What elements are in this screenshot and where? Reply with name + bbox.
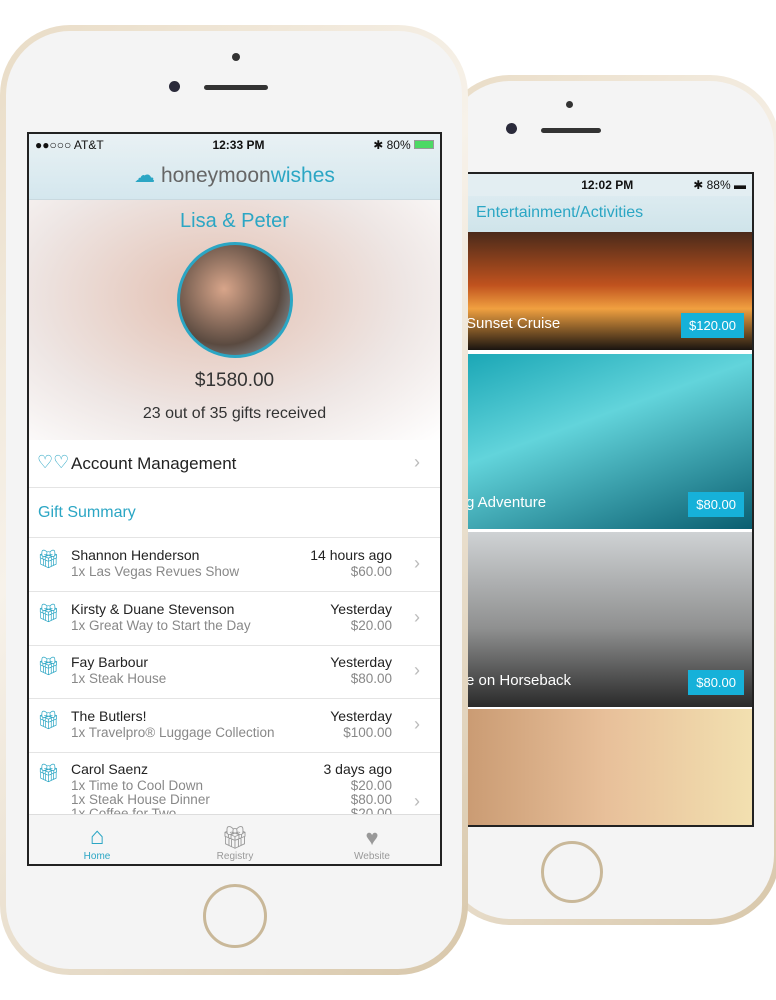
total-amount: $1580.00 — [194, 370, 275, 391]
gift-list: 🎁︎ Shannon Henderson 14 hours ago 1x Las… — [29, 539, 440, 819]
card-title: Sunset Cruise — [466, 315, 561, 332]
sensor — [232, 53, 240, 61]
giver-name: Shannon Henderson — [71, 547, 200, 563]
hearts-icon: ♡♡ — [37, 452, 70, 472]
tab-bar: ⌂ Home 🎁︎ Registry ♥ Website — [29, 814, 440, 864]
tab-website[interactable]: ♥ Website — [322, 825, 422, 862]
giver-name: Carol Saenz — [71, 761, 149, 777]
status-time: 12:33 PM — [212, 138, 265, 152]
gift-icon: 🎁︎ — [37, 763, 60, 783]
chevron-right-icon: › — [414, 791, 420, 811]
card-title: g Adventure — [466, 494, 547, 511]
card-price[interactable]: $120.00 — [681, 313, 744, 338]
gift-item: 1x Las Vegas Revues Show — [71, 564, 240, 579]
battery-status: ✱ 88% ▬ — [693, 178, 746, 192]
gift-item: 1x Steak House Dinner — [71, 792, 210, 807]
gift-time: 14 hours ago — [310, 547, 392, 563]
front-camera — [506, 123, 517, 134]
chevron-right-icon: › — [414, 606, 420, 627]
gift-item: 1x Great Way to Start the Day — [71, 617, 251, 633]
gift-icon: 🎁︎ — [37, 602, 60, 623]
section-title: Entertainment/Activities — [462, 196, 752, 232]
gift-row[interactable]: 🎁︎ Shannon Henderson 14 hours ago 1x Las… — [29, 539, 440, 592]
gift-price: $60.00 — [350, 564, 392, 579]
home-button[interactable] — [541, 841, 603, 903]
tab-home[interactable]: ⌂ Home — [47, 823, 147, 862]
gift-icon: 🎁︎ — [37, 656, 60, 676]
activity-card[interactable]: Sunset Cruise $120.00 — [462, 232, 752, 350]
account-management[interactable]: ♡♡ Account Management › — [29, 440, 440, 488]
battery-status: ✱ 80% — [373, 138, 434, 152]
front-camera — [169, 81, 180, 92]
carrier-signal: ●●○○○ AT&T — [35, 138, 104, 152]
gift-summary-heading: Gift Summary — [29, 488, 440, 538]
gift-item: 1x Steak House — [71, 671, 167, 686]
sensor — [566, 101, 573, 108]
home-button[interactable] — [203, 884, 267, 948]
tab-registry[interactable]: 🎁︎ Registry — [185, 825, 285, 862]
card-price[interactable]: $80.00 — [688, 492, 744, 517]
giver-name: Kirsty & Duane Stevenson — [71, 600, 235, 617]
gift-price: $20.00 — [350, 778, 392, 793]
gift-price: $80.00 — [350, 671, 392, 686]
gift-time: Yesterday — [330, 707, 392, 724]
chevron-right-icon: › — [414, 452, 420, 472]
speaker — [541, 128, 601, 133]
giver-name: Fay Barbour — [71, 654, 149, 670]
gift-time: 3 days ago — [323, 761, 393, 777]
gift-row[interactable]: 🎁︎ Kirsty & Duane Stevenson Yesterday 1x… — [29, 593, 440, 646]
front-screen: ●●○○○ AT&T 12:33 PM ✱ 80% ☁ honeymoonwis… — [27, 132, 442, 866]
gift-icon: 🎁︎ — [37, 709, 60, 730]
gift-time: Yesterday — [330, 600, 392, 617]
gift-price: $20.00 — [350, 617, 392, 633]
home-icon: ⌂ — [89, 823, 105, 850]
status-time: 12:02 PM — [581, 178, 634, 192]
chevron-right-icon: › — [414, 660, 420, 680]
gift-item: 1x Time to Cool Down — [71, 778, 204, 793]
chevron-right-icon: › — [414, 713, 420, 734]
gift-icon: 🎁︎ — [221, 825, 249, 850]
activity-card[interactable]: g Adventure $80.00 — [462, 354, 752, 529]
profile-header: Lisa & Peter $1580.00 23 out of 35 gifts… — [29, 200, 440, 440]
gift-row[interactable]: 🎁︎ Carol Saenz 3 days ago 1x Time to Coo… — [29, 753, 440, 819]
gift-row[interactable]: 🎁︎ The Butlers! Yesterday 1x Travelpro® … — [29, 700, 440, 753]
chevron-right-icon: › — [414, 553, 420, 573]
card-title: e on Horseback — [466, 672, 572, 689]
palm-cloud-icon: ☁ — [134, 164, 156, 187]
gift-row[interactable]: 🎁︎ Fay Barbour Yesterday 1x Steak House … — [29, 646, 440, 699]
speaker — [204, 85, 268, 90]
avatar[interactable] — [177, 242, 293, 358]
gift-price: $80.00 — [350, 792, 392, 807]
gift-time: Yesterday — [330, 654, 392, 670]
cake-icon: ♥ — [365, 825, 379, 850]
giver-name: The Butlers! — [71, 707, 147, 724]
gift-price: $100.00 — [343, 724, 392, 740]
back-screen: 12:02 PM ✱ 88% ▬ Entertainment/Activitie… — [462, 172, 754, 827]
gift-item: 1x Travelpro® Luggage Collection — [71, 724, 275, 740]
gift-icon: 🎁︎ — [37, 549, 60, 569]
couple-name: Lisa & Peter — [180, 210, 289, 232]
activity-card[interactable] — [462, 709, 752, 825]
gifts-received: 23 out of 35 gifts received — [142, 405, 327, 422]
app-logo: ☁ honeymoonwishes — [134, 164, 335, 187]
card-price[interactable]: $80.00 — [688, 670, 744, 695]
activity-card[interactable]: e on Horseback $80.00 — [462, 532, 752, 707]
